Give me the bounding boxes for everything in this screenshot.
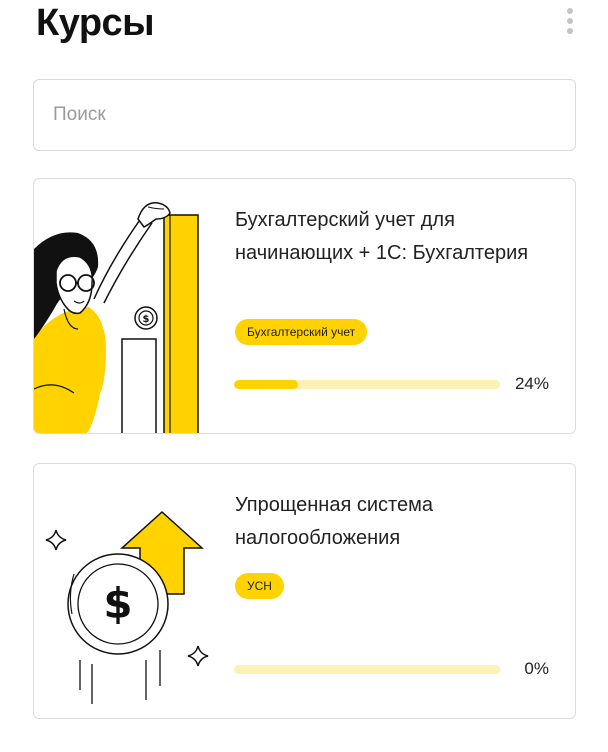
svg-text:$: $ (103, 579, 132, 628)
course-title: Бухгалтерский учет для начинающих + 1С: … (235, 209, 529, 264)
progress-fill (234, 380, 298, 389)
course-title: Упрощенная система налогообложения (235, 494, 433, 549)
woman-with-chart-illustration: $ (34, 202, 199, 433)
menu-dot (567, 18, 573, 24)
course-card[interactable]: $ Упрощенная система налогообложения УСН… (33, 463, 576, 719)
search-box[interactable] (33, 79, 576, 151)
progress-percent: 0% (524, 659, 549, 678)
progress-percent: 24% (514, 374, 549, 393)
more-menu-button[interactable] (560, 6, 580, 36)
page-title: Курсы (36, 2, 155, 44)
search-input[interactable] (34, 80, 575, 150)
course-tag: Бухгалтерский учет (235, 319, 368, 345)
menu-dot (567, 28, 573, 34)
progress-bar (234, 665, 500, 674)
more-vertical-icon (567, 8, 573, 14)
svg-text:$: $ (143, 314, 150, 325)
progress-bar (234, 380, 500, 389)
course-card[interactable]: $ Бухгалтерский учет для начинающих + 1С… (33, 178, 576, 434)
course-tag: УСН (235, 573, 284, 599)
dollar-coin-arrow-illustration: $ (45, 510, 209, 704)
